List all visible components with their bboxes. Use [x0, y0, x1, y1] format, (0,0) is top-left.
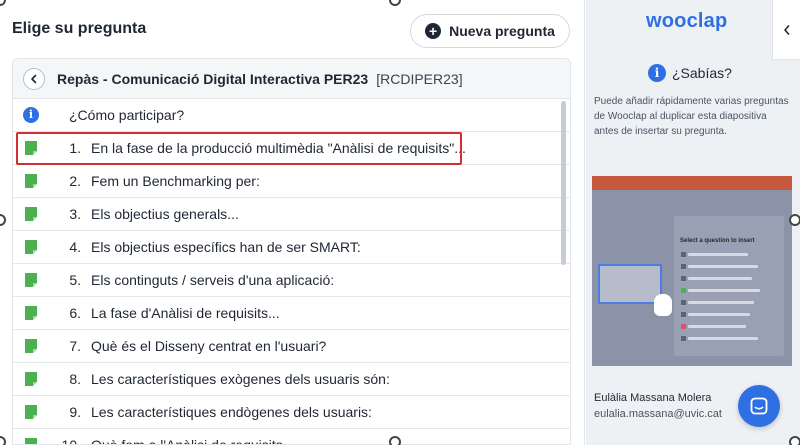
tip-preview-image: Select a question to insert	[592, 176, 792, 366]
new-question-label: Nueva pregunta	[449, 23, 555, 39]
resize-handle[interactable]	[389, 436, 401, 445]
question-number: 5.	[69, 272, 81, 288]
preview-title: Select a question to insert	[680, 238, 755, 244]
wooclap-logo: wooclap	[646, 10, 728, 32]
question-text: La fase d'Anàlisi de requisits...	[91, 305, 280, 321]
resize-handle[interactable]	[789, 436, 800, 445]
new-question-button[interactable]: + Nueva pregunta	[410, 14, 570, 48]
info-sidebar: wooclap i ¿Sabías? Puede añadir rápidame…	[586, 0, 800, 445]
tip-text: Puede añadir rápidamente varias pregunta…	[594, 96, 789, 137]
question-text: Les característiques exògenes dels usuar…	[91, 371, 390, 387]
question-row[interactable]: 4. Els objectius específics han de ser SM…	[13, 231, 570, 264]
question-slide-icon	[25, 273, 37, 287]
resize-handle[interactable]	[789, 214, 800, 226]
panel-title: Elige su pregunta	[12, 20, 147, 37]
list-item-how-to-participate[interactable]: i ¿Cómo participar?	[13, 99, 570, 132]
user-email: eulalia.massana@uvic.cat	[594, 408, 722, 420]
question-row[interactable]: 5. Els continguts / serveis d'una aplicac…	[13, 264, 570, 297]
list-item-label: ¿Cómo participar?	[69, 107, 185, 123]
question-slide-icon	[25, 372, 37, 386]
question-text: En la fase de la producció multimèdia "A…	[91, 140, 466, 156]
chevron-left-icon	[783, 24, 789, 35]
question-row[interactable]: 6. La fase d'Anàlisi de requisits...	[13, 297, 570, 330]
question-slide-icon	[25, 306, 37, 320]
question-text: Les característiques endògenes dels usua…	[91, 404, 372, 420]
back-button[interactable]	[23, 67, 45, 90]
question-number: 1.	[69, 140, 81, 156]
list-header: Repàs - Comunicació Digital Interactiva …	[13, 59, 570, 99]
question-list: Repàs - Comunicació Digital Interactiva …	[12, 58, 571, 445]
question-number: 6.	[69, 305, 81, 321]
question-text: Els objectius generals...	[91, 206, 239, 222]
question-row[interactable]: 9. Les característiques endògenes dels us…	[13, 396, 570, 429]
question-text: Els continguts / serveis d'una aplicació…	[91, 272, 335, 288]
question-slide-icon	[25, 174, 37, 188]
question-text: Fem un Benchmarking per:	[91, 173, 260, 189]
question-text: Els objectius específics han de ser SMAR…	[91, 239, 361, 255]
question-number: 4.	[69, 239, 81, 255]
question-slide-icon	[25, 405, 37, 419]
question-row[interactable]: 8. Les característiques exògenes dels usu…	[13, 363, 570, 396]
question-row[interactable]: 10. Què fem a l'Anàlisi de requisits...	[13, 429, 570, 445]
chevron-left-icon	[31, 74, 37, 83]
question-number: 9.	[69, 404, 81, 420]
event-code: [RCDIPER23]	[376, 70, 463, 87]
event-title: Repàs - Comunicació Digital Interactiva …	[57, 70, 369, 87]
question-slide-icon	[25, 438, 37, 444]
preview-toolbar	[592, 176, 792, 190]
preview-panel: Select a question to insert	[674, 216, 784, 356]
info-icon: i	[648, 64, 666, 82]
question-slide-icon	[25, 141, 37, 155]
question-text: Què fem a l'Anàlisi de requisits...	[91, 437, 295, 445]
question-number: 10.	[61, 437, 81, 445]
preview-slide	[598, 264, 662, 304]
question-text: Què és el Disseny centrat en l'usuari?	[91, 338, 327, 354]
question-slide-icon	[25, 339, 37, 353]
hand-pointer-icon	[654, 294, 672, 316]
question-number: 3.	[69, 206, 81, 222]
question-picker-panel: Elige su pregunta + Nueva pregunta Repàs…	[0, 0, 585, 445]
question-slide-icon	[25, 207, 37, 221]
tip-title: ¿Sabías?	[672, 65, 732, 81]
user-name: Eulàlia Massana Molera	[594, 392, 712, 404]
collapse-sidebar-button[interactable]	[772, 0, 800, 60]
question-row[interactable]: 3. Els objectius generals...	[13, 198, 570, 231]
question-number: 2.	[69, 173, 81, 189]
question-number: 8.	[69, 371, 81, 387]
question-slide-icon	[25, 240, 37, 254]
chat-icon	[750, 397, 768, 415]
question-number: 7.	[69, 338, 81, 354]
info-icon: i	[23, 107, 39, 123]
question-row[interactable]: 1. En la fase de la producció multimèdia …	[13, 132, 570, 165]
question-row[interactable]: 2. Fem un Benchmarking per:	[13, 165, 570, 198]
tip-heading: i ¿Sabías?	[648, 64, 732, 82]
chat-button[interactable]	[738, 385, 780, 427]
scrollbar[interactable]	[561, 101, 566, 265]
question-row[interactable]: 7. Què és el Disseny centrat en l'usuari?	[13, 330, 570, 363]
plus-icon: +	[425, 23, 442, 39]
